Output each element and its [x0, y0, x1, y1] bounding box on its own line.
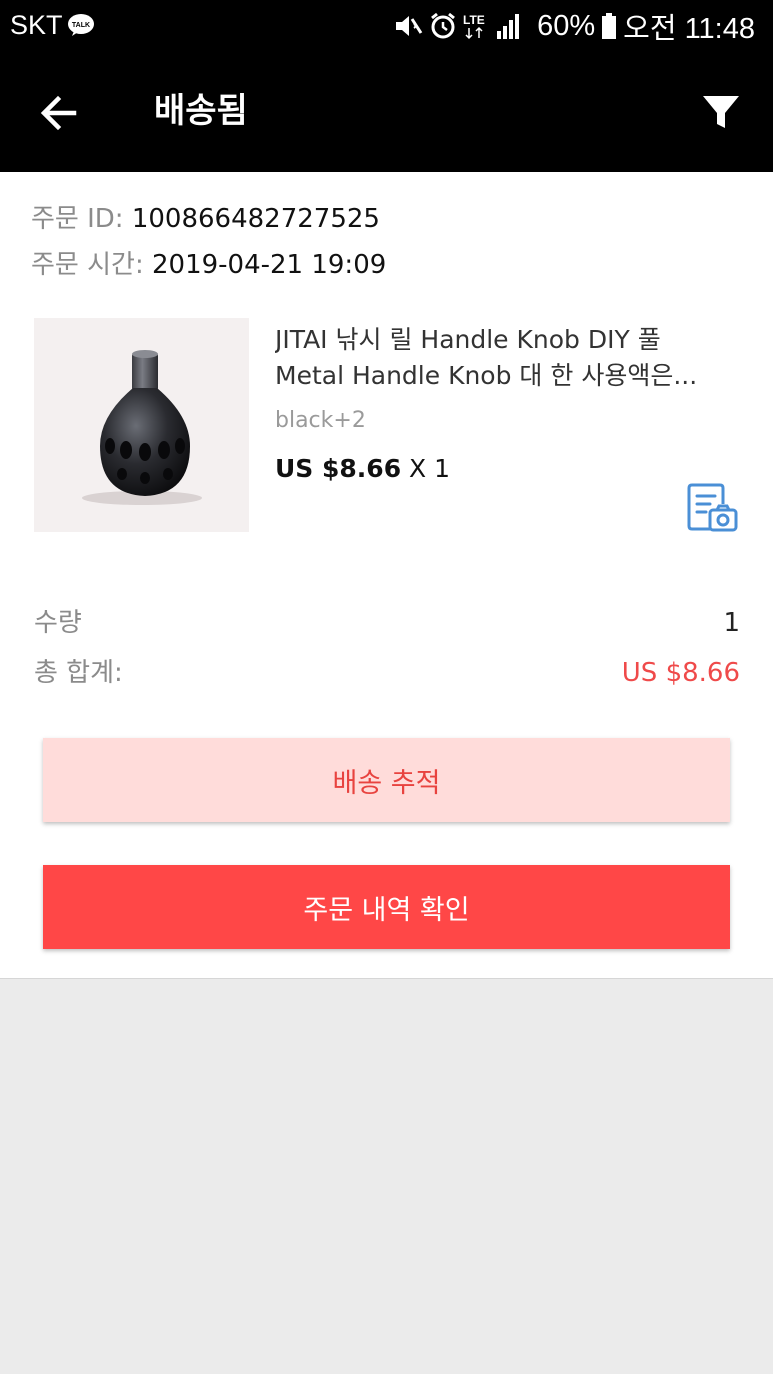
product-title[interactable]: JITAI 낚시 릴 Handle Knob DIY 풀 Metal Handl…	[275, 322, 735, 394]
product-price-row: US $8.66 X 1	[275, 452, 450, 486]
filter-icon[interactable]	[699, 90, 743, 134]
kakaotalk-icon: TALK	[68, 14, 94, 36]
order-id-row: 주문 ID: 100866482727525	[31, 202, 380, 236]
back-arrow-icon[interactable]	[34, 88, 84, 138]
product-price: US $8.66	[275, 454, 402, 483]
photo-review-icon[interactable]	[686, 482, 738, 534]
order-card: 주문 ID: 100866482727525 주문 시간: 2019-04-21…	[0, 172, 773, 979]
mute-icon	[396, 16, 423, 36]
order-time-value: 2019-04-21 19:09	[151, 250, 387, 280]
order-time-row: 주문 시간: 2019-04-21 19:09	[31, 248, 386, 282]
product-image-graphic	[82, 350, 202, 505]
network-type: LTE	[463, 13, 485, 27]
quantity-value: 1	[723, 608, 740, 638]
order-id-value: 100866482727525	[131, 204, 380, 234]
track-shipment-button[interactable]: 배송 추적	[43, 738, 730, 822]
battery-icon	[602, 13, 617, 39]
status-icons: LTE 60% 오전 11:48	[393, 8, 755, 45]
order-time-label: 주문 시간:	[31, 250, 152, 280]
page-title: 배송됨	[154, 91, 248, 131]
lte-signal-icon: LTE	[463, 13, 520, 40]
total-label: 총 합계:	[34, 658, 123, 688]
product-quantity: X 1	[401, 454, 451, 483]
battery-percent: 60%	[537, 9, 596, 42]
quantity-label: 수량	[34, 608, 82, 638]
product-image[interactable]	[34, 318, 249, 532]
quantity-row: 수량 1	[34, 606, 740, 640]
talk-badge-text: TALK	[72, 22, 90, 29]
total-row: 총 합계: US $8.66	[34, 656, 740, 690]
status-bar: SKT TALK LTE 60% 오전 11:48	[0, 0, 773, 52]
alarm-icon	[431, 12, 456, 39]
clock: 오전 11:48	[623, 13, 755, 45]
product-variant: black+2	[275, 408, 366, 433]
view-order-details-button[interactable]: 주문 내역 확인	[43, 865, 730, 949]
app-bar: 배송됨	[0, 52, 773, 172]
carrier-name: SKT	[10, 10, 63, 40]
total-value: US $8.66	[621, 658, 740, 688]
order-id-label: 주문 ID:	[31, 204, 132, 234]
